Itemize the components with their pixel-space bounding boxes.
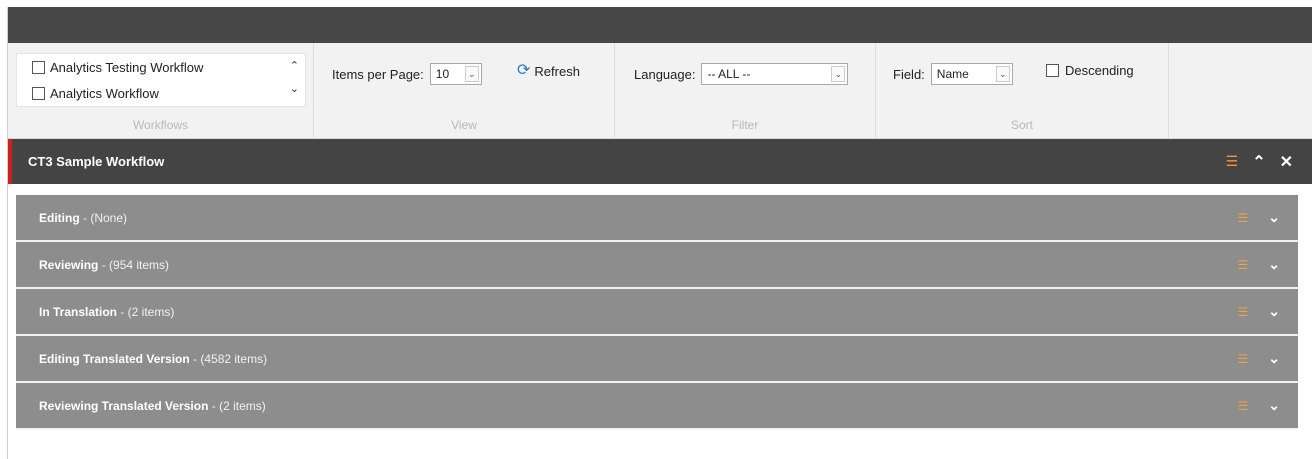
workflow-option[interactable]: Analytics Workflow [32, 86, 159, 101]
chevron-down-icon[interactable]: ⌄ [1268, 350, 1280, 367]
workflows-group-label: Workflows [132, 118, 189, 132]
sort-field-value: Name [936, 67, 969, 81]
workflow-header: CT3 Sample Workflow ☰ ⌃ ✕ [8, 139, 1312, 184]
stage-row[interactable]: Reviewing - (954 items) ☰ ⌄ [16, 242, 1298, 289]
filter-group-label: Filter [731, 118, 759, 132]
stage-row[interactable]: Editing Translated Version - (4582 items… [16, 336, 1298, 383]
view-group: Items per Page: 10 ⌄ ⟳ Refresh View [314, 43, 615, 138]
rss-icon[interactable]: ☰ [1238, 258, 1249, 272]
workflow-option-label: Analytics Workflow [50, 86, 159, 101]
workflow-title: CT3 Sample Workflow [28, 154, 165, 169]
language-label: Language: [634, 66, 696, 82]
chevron-down-icon[interactable]: ⌄ [1268, 303, 1280, 320]
workflow-stages: Editing - (None) ☰ ⌄ Reviewing - (954 ite… [16, 195, 1298, 430]
workflow-option[interactable]: Analytics Testing Workflow [32, 60, 203, 75]
refresh-icon: ⟳ [517, 62, 531, 79]
language-value: -- ALL -- [707, 67, 751, 81]
items-per-page-value: 10 [435, 67, 450, 81]
chevron-down-icon[interactable]: ⌄ [1268, 256, 1280, 273]
stage-row[interactable]: Reviewing Translated Version - (2 items)… [16, 383, 1298, 430]
sort-field-label: Field: [893, 66, 925, 82]
descending-checkbox[interactable] [1046, 64, 1059, 77]
filter-group: Language: -- ALL -- ⌄ Filter [615, 43, 876, 138]
sort-field-select[interactable]: Name ⌄ [930, 63, 1013, 85]
stage-count: - (2 items) [208, 398, 266, 413]
workflow-checkbox[interactable] [32, 87, 45, 100]
chevron-down-icon: ⌄ [831, 66, 846, 82]
chevron-down-icon: ⌄ [464, 66, 479, 82]
workflows-group: Analytics Testing Workflow Analytics Wor… [8, 43, 314, 138]
stage-count: - (954 items) [98, 257, 170, 272]
stage-name: Reviewing Translated Version [39, 398, 209, 413]
items-per-page-label: Items per Page: [332, 66, 424, 82]
workflow-option-label: Analytics Testing Workflow [50, 60, 204, 75]
refresh-button[interactable]: ⟳ Refresh [517, 63, 580, 79]
chevron-down-icon[interactable]: ⌄ [1268, 209, 1280, 226]
ribbon-toolbar: Analytics Testing Workflow Analytics Wor… [8, 43, 1312, 139]
items-per-page-control: Items per Page: 10 ⌄ [332, 63, 482, 85]
descending-label: Descending [1065, 63, 1134, 78]
stage-row[interactable]: In Translation - (2 items) ☰ ⌄ [16, 289, 1298, 336]
rss-icon[interactable]: ☰ [1238, 211, 1249, 225]
workflow-header-actions: ☰ ⌃ ✕ [1226, 139, 1293, 184]
scroll-down-icon[interactable]: ⌄ [290, 82, 299, 95]
stage-name: Editing Translated Version [39, 351, 190, 366]
sort-group: Field: Name ⌄ Descending Sort [876, 43, 1169, 138]
scroll-up-icon[interactable]: ⌃ [290, 59, 299, 72]
stage-count: - (2 items) [117, 304, 175, 319]
stage-name: Editing [39, 210, 80, 225]
close-icon[interactable]: ✕ [1280, 152, 1293, 172]
chevron-up-icon[interactable]: ⌃ [1252, 152, 1265, 172]
language-select[interactable]: -- ALL -- ⌄ [701, 63, 849, 85]
rss-icon[interactable]: ☰ [1238, 399, 1249, 413]
rss-icon[interactable]: ☰ [1226, 153, 1239, 170]
stage-name: Reviewing [39, 257, 99, 272]
workflow-checkbox[interactable] [32, 61, 45, 74]
sort-group-label: Sort [1010, 118, 1033, 132]
descending-option[interactable]: Descending [1046, 63, 1134, 78]
refresh-label: Refresh [534, 63, 580, 79]
rss-icon[interactable]: ☰ [1238, 305, 1249, 319]
sort-field-control: Field: Name ⌄ [893, 63, 1013, 85]
top-bar [8, 7, 1312, 43]
view-group-label: View [451, 118, 477, 132]
stage-count: - (4582 items) [189, 351, 268, 366]
language-control: Language: -- ALL -- ⌄ [634, 63, 849, 85]
stage-row[interactable]: Editing - (None) ☰ ⌄ [16, 195, 1298, 242]
items-per-page-select[interactable]: 10 ⌄ [429, 63, 482, 85]
chevron-down-icon: ⌄ [995, 66, 1010, 82]
stage-count: - (None) [79, 210, 128, 225]
chevron-down-icon[interactable]: ⌄ [1268, 397, 1280, 414]
stage-name: In Translation [39, 304, 118, 319]
workflows-list[interactable]: Analytics Testing Workflow Analytics Wor… [16, 53, 306, 107]
rss-icon[interactable]: ☰ [1238, 352, 1249, 366]
